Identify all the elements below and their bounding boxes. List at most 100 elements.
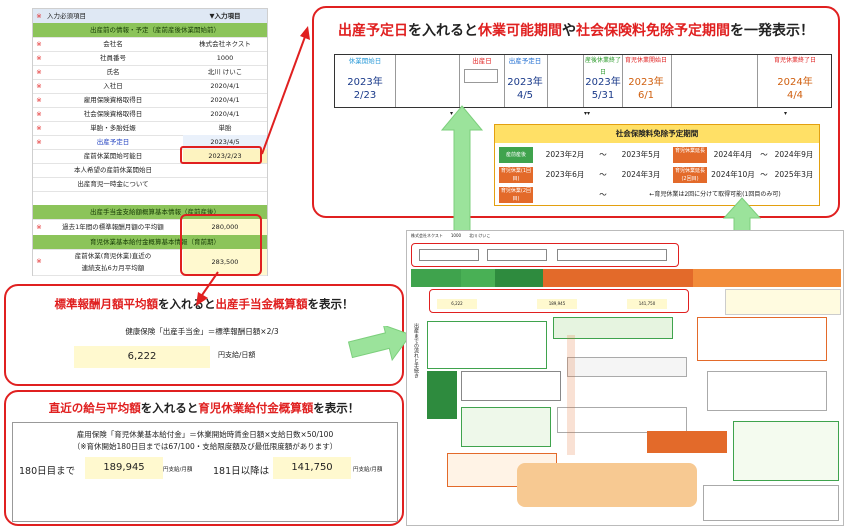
date-cell-spacer: [547, 55, 583, 107]
tilde: ～: [599, 170, 607, 179]
form-header-label: 入力必須項目: [47, 12, 86, 20]
date-day: 4/4: [786, 90, 804, 101]
thumb-band: [495, 269, 543, 287]
date-day: 2/23: [353, 90, 377, 101]
field-value[interactable]: 単胎: [183, 121, 267, 135]
childcare-benefit-box: 雇用保険「育児休業基本給付金」＝休業開始時賃金日額×支給日数×50/100 （※…: [12, 422, 398, 522]
tilde: ～: [599, 190, 607, 199]
social-row: 育児休業(1回目) 2023年6月 ～ 2024年3月 育児休業延長(2回目) …: [499, 165, 817, 185]
field-label: 氏名: [106, 68, 120, 76]
form-row: ※ 氏名 北川 けいこ: [33, 65, 267, 80]
form-row: ※ 社会保険資格取得日 2020/4/1: [33, 107, 267, 122]
date-cell-childcare-end: 育児休業終了日 2024年 4/4: [757, 55, 832, 107]
form-row: ※ 会社名 株式会社ネクスト: [33, 37, 267, 52]
field-label: 会社名: [103, 40, 123, 48]
date-year: 2023年: [347, 77, 383, 88]
amount-inputs-highlight: [180, 214, 262, 276]
thumb-value: 6,222: [437, 299, 477, 309]
thumb-band: [461, 269, 495, 287]
period-to: 2024年9月: [774, 150, 814, 159]
maternity-allowance-value: 6,222: [74, 346, 210, 368]
date-head: 産後休業終了日: [584, 57, 621, 76]
period-from: 2024年10月: [711, 170, 755, 179]
required-mark: ※: [36, 110, 42, 118]
top-panel-title: 出産予定日を入れると休業可能期間や社会保険料免除予定期間を一発表示！: [338, 23, 814, 39]
field-label: 出産予定日: [96, 138, 130, 146]
required-mark: ※: [36, 96, 42, 104]
field-label: 社会保険資格取得日: [83, 110, 143, 118]
form-section-prebirth: 出産前の情報・予定（産前産後休業開始前）: [33, 23, 267, 38]
field-label: 過去1年間の標準報酬月額の平均額: [62, 223, 164, 231]
row-tag: 育児休業延長(2回目): [673, 167, 707, 183]
form-row: 出産育児一時金について: [33, 177, 267, 192]
birth-date-input[interactable]: [464, 69, 498, 83]
thumb-value: 141,750: [627, 299, 667, 309]
form-header-row: ※ 入力必須項目 ▼入力項目: [33, 9, 267, 24]
date-day: 6/1: [637, 90, 655, 101]
benefit-after-181-value: 141,750: [273, 457, 351, 479]
thumb-flow-box: [427, 371, 457, 419]
thumb-cell: [419, 249, 479, 261]
form-row: ※ 社員番号 1000: [33, 51, 267, 66]
arrow-to-left-panel: [196, 271, 219, 306]
field-value[interactable]: 株式会社ネクスト: [183, 37, 267, 51]
thumb-band: [543, 269, 693, 287]
thumb-flow-box: [647, 431, 727, 453]
social-row: 産前産後 2023年2月 ～ 2023年5月 育児休業延長 2024年4月 ～ …: [499, 145, 817, 165]
green-arrow-up-icon: [440, 105, 484, 239]
date-year: 2023年: [628, 77, 664, 88]
form-row: 本人希望の産前休業開始日: [33, 163, 267, 178]
field-value[interactable]: 2020/4/1: [183, 107, 267, 121]
field-label: 本人希望の産前休業開始日: [74, 166, 152, 174]
field-value[interactable]: 2020/4/1: [183, 93, 267, 107]
childcare-benefit-panel: 直近の給与平均額を入れると育児休業給付金概算額を表示！ 雇用保険「育児休業基本給…: [4, 390, 404, 526]
required-mark: ※: [36, 68, 42, 76]
date-cell-leave-start: 休業開始日 2023年 2/23: [335, 55, 396, 107]
date-year: 2024年: [777, 77, 813, 88]
maternity-unit: 円支給/日額: [218, 351, 256, 359]
thumb-band: [693, 269, 841, 287]
field-label: 雇用保険資格取得日: [83, 96, 143, 104]
date-cell-childcare-start: 育児休業開始日 2023年 6/1: [621, 55, 672, 107]
field-value[interactable]: 2020/4/1: [183, 79, 267, 93]
form-row: ※ 雇用保険資格取得日 2020/4/1: [33, 93, 267, 108]
thumb-flow-box: [557, 407, 687, 433]
due-date-highlight: [180, 146, 262, 164]
date-head: 育児休業開始日: [624, 57, 667, 64]
field-value[interactable]: 北川 けいこ: [183, 65, 267, 79]
field-value[interactable]: 1000: [183, 51, 267, 65]
thumb-cell: [557, 249, 667, 261]
row-tag: 育児休業延長: [673, 147, 707, 163]
date-head: 休業開始日: [348, 57, 382, 65]
childcare-benefit-title: 直近の給与平均額を入れると育児休業給付金概算額を表示！: [48, 401, 360, 415]
date-head: 出産予定日: [508, 57, 542, 65]
required-mark: ※: [36, 12, 42, 20]
row-tag: 育児休業(1回目): [499, 167, 533, 183]
childcare-formula: 雇用保険「育児休業基本給付金」＝休業開始時賃金日額×支給日数×50/100: [76, 430, 334, 439]
maternity-formula: 健康保険「出産手当金」＝標準報酬日額×2/3: [125, 327, 279, 336]
tilde: ～: [599, 150, 607, 159]
childcare-note: ←育児休業は2回に分けて取得可能(1回目のみ可): [649, 191, 781, 198]
label-until-180: 180日目まで: [19, 466, 76, 477]
thumb-cell: [487, 249, 547, 261]
period-to: 2024年3月: [621, 170, 661, 179]
required-mark: ※: [36, 257, 42, 265]
field-label: 産前休業(育児休業)直近の 連続支払6カ月平均額: [74, 252, 152, 272]
field-label: 産前休業開始可能日: [83, 152, 143, 160]
form-row: ※ 入社日 2020/4/1: [33, 79, 267, 94]
thumb-flow-box: [461, 407, 551, 447]
thumb-flow-box: [427, 321, 547, 369]
field-label: 出産育児一時金について: [77, 180, 149, 188]
required-mark: ※: [36, 124, 42, 132]
required-mark: ※: [36, 138, 42, 146]
label-after-181: 181日以降は: [213, 466, 270, 477]
pointer-icon: ▾: [784, 110, 788, 117]
date-head: 出産日: [472, 57, 492, 65]
social-row: 育児休業(2回目) ～ ←育児休業は2回に分けて取得可能(1回目のみ可): [499, 185, 817, 205]
thumb-value: 189,945: [537, 299, 577, 309]
required-mark: ※: [36, 82, 42, 90]
thumb-band: [411, 269, 461, 287]
section-label: 出産前の情報・予定（産前産後休業開始前）: [90, 26, 220, 34]
required-mark: ※: [36, 223, 42, 231]
date-head: 育児休業終了日: [773, 57, 816, 64]
